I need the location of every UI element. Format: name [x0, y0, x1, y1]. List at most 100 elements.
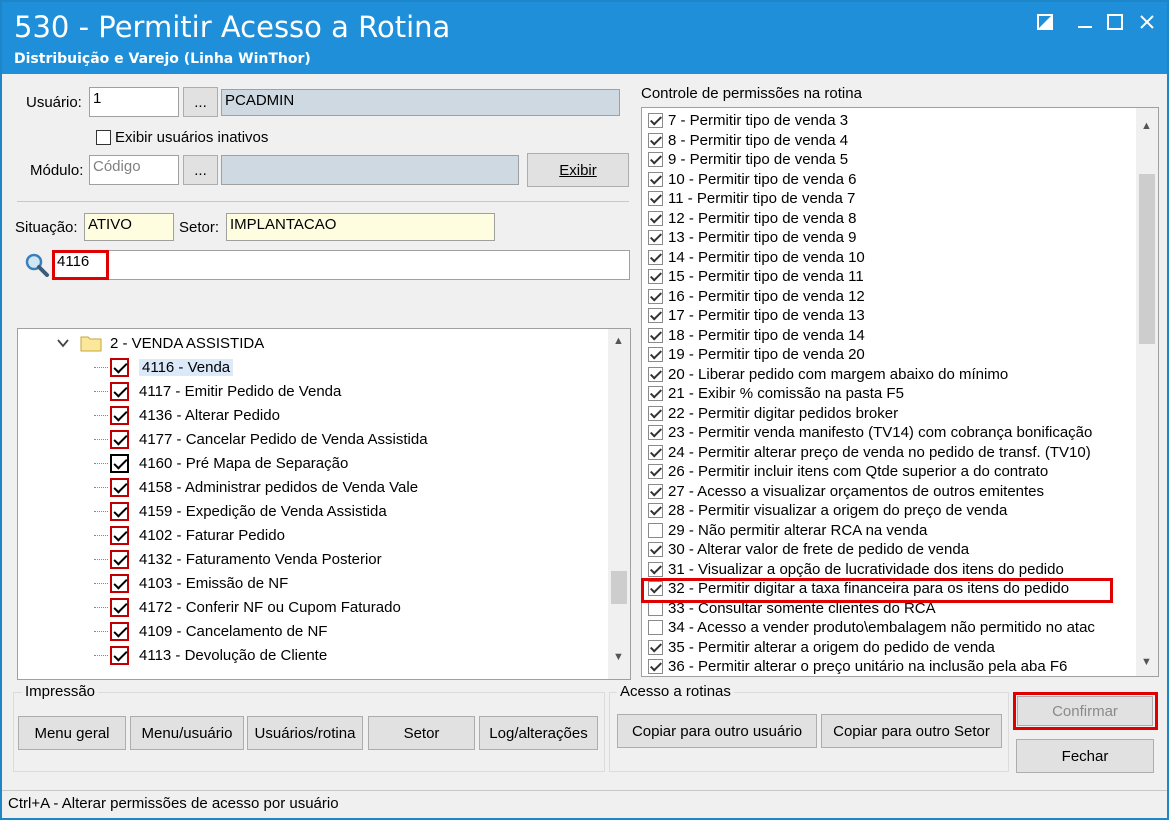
chevron-down-icon[interactable]: [56, 336, 70, 350]
permission-item[interactable]: 33 - Consultar somente clientes do RCA: [648, 599, 936, 619]
copy-to-sector-button[interactable]: Copiar para outro Setor: [821, 714, 1002, 748]
tree-item-checkbox[interactable]: [110, 525, 129, 545]
tree-item[interactable]: 4116 - Venda: [94, 355, 234, 379]
permission-checkbox[interactable]: [648, 191, 663, 207]
tree-scrollbar[interactable]: ▲ ▼: [608, 329, 630, 679]
permission-item[interactable]: 28 - Permitir visualizar a origem do pre…: [648, 501, 1007, 521]
permission-item[interactable]: 32 - Permitir digitar a taxa financeira …: [648, 579, 1069, 599]
permission-checkbox[interactable]: [648, 503, 663, 519]
permission-checkbox[interactable]: [648, 308, 663, 324]
permission-item[interactable]: 22 - Permitir digitar pedidos broker: [648, 404, 898, 424]
user-code-field[interactable]: 1: [89, 87, 179, 117]
permission-item[interactable]: 21 - Exibir % comissão na pasta F5: [648, 384, 904, 404]
module-browse-button[interactable]: ...: [183, 155, 218, 185]
permission-item[interactable]: 20 - Liberar pedido com margem abaixo do…: [648, 365, 1008, 385]
tree-item-checkbox[interactable]: [110, 597, 129, 617]
permission-checkbox[interactable]: [648, 522, 663, 538]
routine-tree[interactable]: 2 - VENDA ASSISTIDA 4116 - Venda 4117 - E…: [17, 328, 631, 680]
permission-checkbox[interactable]: [648, 269, 663, 285]
permission-checkbox[interactable]: [648, 659, 663, 675]
tree-item-checkbox[interactable]: [110, 501, 129, 521]
tree-item[interactable]: 4102 - Faturar Pedido: [94, 523, 285, 547]
permission-checkbox[interactable]: [648, 210, 663, 226]
tree-item-checkbox[interactable]: [110, 405, 129, 425]
show-button[interactable]: Exibir: [527, 153, 629, 187]
permission-checkbox[interactable]: [648, 132, 663, 148]
permission-item[interactable]: 7 - Permitir tipo de venda 3: [648, 111, 848, 131]
permission-item[interactable]: 11 - Permitir tipo de venda 7: [648, 189, 855, 209]
permission-checkbox[interactable]: [648, 600, 663, 616]
permission-checkbox[interactable]: [648, 366, 663, 382]
tree-scroll-thumb[interactable]: [611, 571, 627, 604]
permission-checkbox[interactable]: [648, 483, 663, 499]
permission-item[interactable]: 18 - Permitir tipo de venda 14: [648, 326, 865, 346]
permission-checkbox[interactable]: [648, 581, 663, 597]
tree-item-checkbox[interactable]: [110, 381, 129, 401]
scroll-up-icon[interactable]: ▲: [610, 333, 627, 350]
tree-item-checkbox[interactable]: [110, 573, 129, 593]
permission-item[interactable]: 23 - Permitir venda manifesto (TV14) com…: [648, 423, 1092, 443]
permission-item[interactable]: 30 - Alterar valor de frete de pedido de…: [648, 540, 969, 560]
module-code-field[interactable]: Código: [89, 155, 179, 185]
scroll-down-icon[interactable]: ▼: [610, 649, 627, 666]
permission-item[interactable]: 10 - Permitir tipo de venda 6: [648, 170, 856, 190]
tree-item[interactable]: 4159 - Expedição de Venda Assistida: [94, 499, 387, 523]
permission-checkbox[interactable]: [648, 347, 663, 363]
setor-button[interactable]: Setor: [368, 716, 475, 750]
permission-checkbox[interactable]: [648, 386, 663, 402]
scroll-down-icon[interactable]: ▼: [1138, 654, 1155, 671]
permission-item[interactable]: 15 - Permitir tipo de venda 11: [648, 267, 864, 287]
permission-item[interactable]: 29 - Não permitir alterar RCA na venda: [648, 521, 927, 541]
show-inactive-checkbox[interactable]: Exibir usuários inativos: [96, 129, 268, 146]
permission-item[interactable]: 12 - Permitir tipo de venda 8: [648, 209, 856, 229]
tree-item[interactable]: 4177 - Cancelar Pedido de Venda Assistid…: [94, 427, 428, 451]
maximize-icon[interactable]: [1102, 12, 1128, 36]
tree-item-checkbox[interactable]: [110, 477, 129, 497]
menu-usuario-button[interactable]: Menu/usuário: [130, 716, 244, 750]
permission-item[interactable]: 8 - Permitir tipo de venda 4: [648, 131, 848, 151]
permissions-list[interactable]: 7 - Permitir tipo de venda 38 - Permitir…: [641, 107, 1159, 677]
copy-to-user-button[interactable]: Copiar para outro usuário: [617, 714, 817, 748]
tree-item[interactable]: 4158 - Administrar pedidos de Venda Vale: [94, 475, 418, 499]
tree-item[interactable]: 4136 - Alterar Pedido: [94, 403, 280, 427]
permission-item[interactable]: 27 - Acesso a visualizar orçamentos de o…: [648, 482, 1044, 502]
permission-item[interactable]: 13 - Permitir tipo de venda 9: [648, 228, 856, 248]
permission-checkbox[interactable]: [648, 249, 663, 265]
tree-item-checkbox[interactable]: [110, 621, 129, 641]
permission-item[interactable]: 9 - Permitir tipo de venda 5: [648, 150, 848, 170]
permission-checkbox[interactable]: [648, 230, 663, 246]
tree-item[interactable]: 4113 - Devolução de Cliente: [94, 643, 327, 667]
menu-geral-button[interactable]: Menu geral: [18, 716, 126, 750]
permission-item[interactable]: 31 - Visualizar a opção de lucratividade…: [648, 560, 1064, 580]
tree-item-checkbox[interactable]: [110, 645, 129, 665]
permission-checkbox[interactable]: [648, 113, 663, 129]
permission-checkbox[interactable]: [648, 620, 663, 636]
tree-item[interactable]: 4132 - Faturamento Venda Posterior: [94, 547, 382, 571]
permission-item[interactable]: 24 - Permitir alterar preço de venda no …: [648, 443, 1091, 463]
usuarios-rotina-button[interactable]: Usuários/rotina: [247, 716, 363, 750]
permission-checkbox[interactable]: [648, 425, 663, 441]
permission-checkbox[interactable]: [648, 405, 663, 421]
user-browse-button[interactable]: ...: [183, 87, 218, 117]
tree-item[interactable]: 4160 - Pré Mapa de Separação: [94, 451, 348, 475]
log-alteracoes-button[interactable]: Log/alterações: [479, 716, 598, 750]
permission-checkbox[interactable]: [648, 152, 663, 168]
permission-item[interactable]: 19 - Permitir tipo de venda 20: [648, 345, 865, 365]
permission-item[interactable]: 34 - Acesso a vender produto\embalagem n…: [648, 618, 1095, 638]
minimize-icon[interactable]: [1072, 12, 1098, 36]
tree-item[interactable]: 4109 - Cancelamento de NF: [94, 619, 327, 643]
permission-checkbox[interactable]: [648, 542, 663, 558]
permission-item[interactable]: 35 - Permitir alterar a origem do pedido…: [648, 638, 995, 658]
confirm-button[interactable]: Confirmar: [1017, 696, 1153, 726]
close-button[interactable]: Fechar: [1016, 739, 1154, 773]
restore-icon[interactable]: [1032, 12, 1058, 36]
tree-item[interactable]: 4172 - Conferir NF ou Cupom Faturado: [94, 595, 401, 619]
tree-item-checkbox[interactable]: [110, 549, 129, 569]
permission-item[interactable]: 16 - Permitir tipo de venda 12: [648, 287, 865, 307]
permission-checkbox[interactable]: [648, 639, 663, 655]
tree-item[interactable]: 4103 - Emissão de NF: [94, 571, 288, 595]
permission-checkbox[interactable]: [648, 288, 663, 304]
tree-item-checkbox[interactable]: [110, 429, 129, 449]
perm-scroll-thumb[interactable]: [1139, 174, 1155, 344]
permission-checkbox[interactable]: [648, 171, 663, 187]
